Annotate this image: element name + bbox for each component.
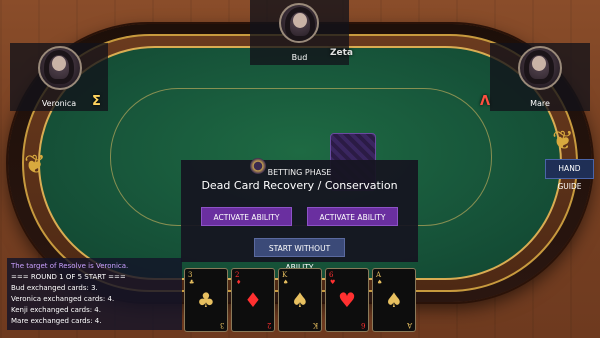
right-ornament-icon: ❦ xyxy=(552,126,574,156)
hand-card-3[interactable]: K ♠ ♠ K xyxy=(278,268,322,332)
avatar-top[interactable] xyxy=(279,3,319,43)
left-ornament-icon: ❦ xyxy=(24,150,46,180)
panel-title: Dead Card Recovery / Conservation xyxy=(201,179,398,192)
activate-ability-button-2[interactable]: ACTIVATE ABILITY xyxy=(307,207,398,226)
log-line: === ROUND 1 OF 5 START === xyxy=(11,273,126,281)
hand-card-4[interactable]: 6 ♥ ♥ 6 xyxy=(325,268,369,332)
betting-phase-panel: BETTING PHASE Dead Card Recovery / Conse… xyxy=(181,160,418,272)
chip-icon xyxy=(250,158,266,174)
suit-icon: ♦ xyxy=(244,288,262,312)
suit-icon: ♣ xyxy=(197,288,215,312)
seat-right: Mare xyxy=(490,43,590,111)
game-log: The target of Resolve is Veronica. === R… xyxy=(7,258,182,330)
avatar-right[interactable] xyxy=(518,46,562,90)
log-line: Bud exchanged cards: 3. xyxy=(11,284,98,292)
activate-ability-button-1[interactable]: ACTIVATE ABILITY xyxy=(201,207,292,226)
emblem-right: Λ xyxy=(480,94,491,109)
log-line: Veronica exchanged cards: 4. xyxy=(11,295,115,303)
hand-card-2[interactable]: 2 ♦ ♦ 2 xyxy=(231,268,275,332)
hand-card-5[interactable]: A ♠ ♠ A xyxy=(372,268,416,332)
avatar-left[interactable] xyxy=(38,46,82,90)
log-line: Mare exchanged cards: 4. xyxy=(11,317,102,325)
player-name-right: Mare xyxy=(530,99,550,108)
suit-icon: ♥ xyxy=(338,288,356,312)
emblem-top: Zeta xyxy=(330,48,354,58)
suit-icon: ♠ xyxy=(385,288,403,312)
emblem-left: Σ xyxy=(92,94,101,109)
start-without-ability-button[interactable]: START WITHOUT ABILITY xyxy=(254,238,345,272)
hand-guide-button[interactable]: HAND GUIDE xyxy=(545,159,594,191)
suit-icon: ♠ xyxy=(291,288,309,312)
hand-card-1[interactable]: 3 ♣ ♣ 3 xyxy=(184,268,228,332)
phase-label: BETTING PHASE xyxy=(267,168,332,177)
log-line: The target of Resolve is Veronica. xyxy=(11,262,129,270)
log-line: Kenji exchanged cards: 4. xyxy=(11,306,101,314)
